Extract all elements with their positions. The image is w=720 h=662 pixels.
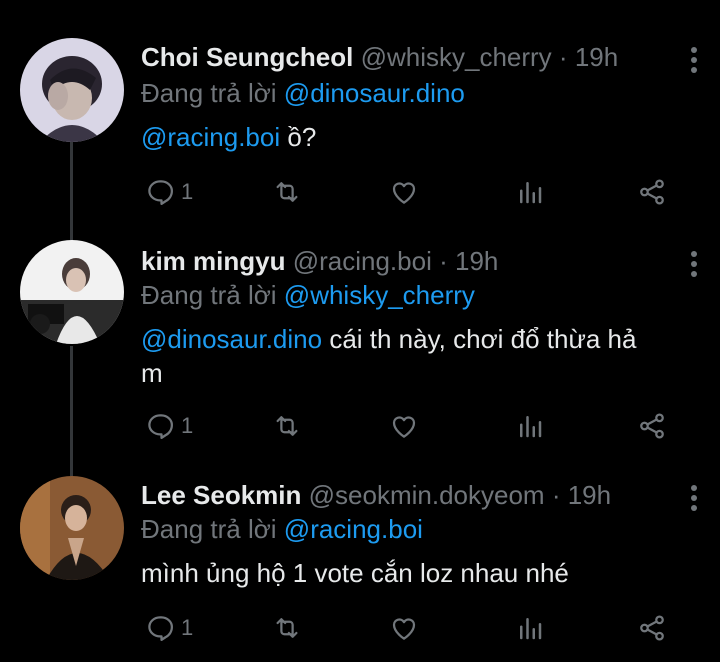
mention-link[interactable]: @dinosaur.dino <box>141 324 322 354</box>
tweet-body: ồ? <box>287 122 317 152</box>
replying-to-handle[interactable]: @dinosaur.dino <box>284 78 465 108</box>
more-icon[interactable] <box>684 482 704 512</box>
replying-to-handle[interactable]: @whisky_cherry <box>284 280 475 310</box>
replying-to-label: Đang trả lời <box>141 78 277 108</box>
tweet-header: Choi Seungcheol @whisky_cherry · 19h <box>141 40 700 74</box>
retweet-icon <box>276 416 298 436</box>
more-icon[interactable] <box>684 44 704 74</box>
views-button[interactable] <box>515 172 545 212</box>
reply-count: 1 <box>181 179 194 204</box>
action-bar: 1 <box>141 406 681 446</box>
separator-dot: · <box>551 480 561 510</box>
replying-to-label: Đang trả lời <box>141 280 277 310</box>
tweet[interactable]: kim mingyu @racing.boi · 19h Đang trả lờ… <box>0 240 720 460</box>
tweet[interactable]: Lee Seokmin @seokmin.dokyeom · 19h Đang … <box>0 474 720 662</box>
more-icon[interactable] <box>684 248 704 278</box>
replying-to-handle[interactable]: @racing.boi <box>284 514 423 544</box>
tweet[interactable]: Choi Seungcheol @whisky_cherry · 19h Đan… <box>0 38 720 238</box>
user-handle[interactable]: @racing.boi <box>293 246 432 276</box>
views-icon <box>520 416 542 438</box>
share-button[interactable] <box>637 608 667 648</box>
reply-count: 1 <box>181 413 194 438</box>
like-button[interactable] <box>389 608 419 648</box>
reply-button[interactable]: 1 <box>145 172 193 212</box>
mention-link[interactable]: @racing.boi <box>141 122 280 152</box>
reply-icon <box>148 180 173 205</box>
views-icon <box>520 618 542 640</box>
display-name[interactable]: Choi Seungcheol <box>141 42 353 72</box>
timestamp[interactable]: 19h <box>575 42 618 72</box>
views-button[interactable] <box>515 608 545 648</box>
tweet-text: mình ủng hộ 1 vote cắn loz nhau nhé <box>141 556 670 590</box>
action-bar: 1 <box>141 172 681 212</box>
display-name[interactable]: kim mingyu <box>141 246 285 276</box>
replying-to: Đang trả lời @whisky_cherry <box>141 278 475 312</box>
reply-button[interactable]: 1 <box>145 608 193 648</box>
views-icon <box>520 182 542 204</box>
tweet-header: kim mingyu @racing.boi · 19h <box>141 244 700 278</box>
user-handle[interactable]: @seokmin.dokyeom <box>309 480 545 510</box>
tweet-header: Lee Seokmin @seokmin.dokyeom · 19h <box>141 478 700 512</box>
tweet-content: kim mingyu @racing.boi · 19h Đang trả lờ… <box>141 244 700 464</box>
retweet-icon <box>276 182 298 202</box>
separator-dot: · <box>558 42 568 72</box>
display-name[interactable]: Lee Seokmin <box>141 480 301 510</box>
tweet-text: @racing.boi ồ? <box>141 120 670 154</box>
reply-button[interactable]: 1 <box>145 406 193 446</box>
tweet-text: @dinosaur.dino cái th này, chơi đổ thừa … <box>141 322 660 390</box>
replying-to-label: Đang trả lời <box>141 514 277 544</box>
like-button[interactable] <box>389 406 419 446</box>
views-button[interactable] <box>515 406 545 446</box>
avatar[interactable] <box>20 476 124 580</box>
reply-icon <box>148 616 173 641</box>
tweet-content: Lee Seokmin @seokmin.dokyeom · 19h Đang … <box>141 478 700 662</box>
share-button[interactable] <box>637 172 667 212</box>
reply-count: 1 <box>181 615 194 640</box>
avatar[interactable] <box>20 38 124 142</box>
tweet-content: Choi Seungcheol @whisky_cherry · 19h Đan… <box>141 40 700 240</box>
like-icon <box>392 618 416 640</box>
timestamp[interactable]: 19h <box>568 480 611 510</box>
like-icon <box>392 182 416 204</box>
timestamp[interactable]: 19h <box>455 246 498 276</box>
retweet-button[interactable] <box>271 608 303 648</box>
share-icon <box>640 413 664 439</box>
share-button[interactable] <box>637 406 667 446</box>
retweet-button[interactable] <box>271 406 303 446</box>
tweet-body: mình ủng hộ 1 vote cắn loz nhau nhé <box>141 558 569 588</box>
like-icon <box>392 416 416 438</box>
retweet-button[interactable] <box>271 172 303 212</box>
replying-to: Đang trả lời @racing.boi <box>141 512 423 546</box>
share-icon <box>640 615 664 641</box>
avatar[interactable] <box>20 240 124 344</box>
separator-dot: · <box>439 246 448 276</box>
share-icon <box>640 179 664 205</box>
like-button[interactable] <box>389 172 419 212</box>
user-handle[interactable]: @whisky_cherry <box>361 42 552 72</box>
replying-to: Đang trả lời @dinosaur.dino <box>141 76 465 110</box>
reply-icon <box>148 414 173 439</box>
retweet-icon <box>276 618 298 638</box>
action-bar: 1 <box>141 608 681 648</box>
